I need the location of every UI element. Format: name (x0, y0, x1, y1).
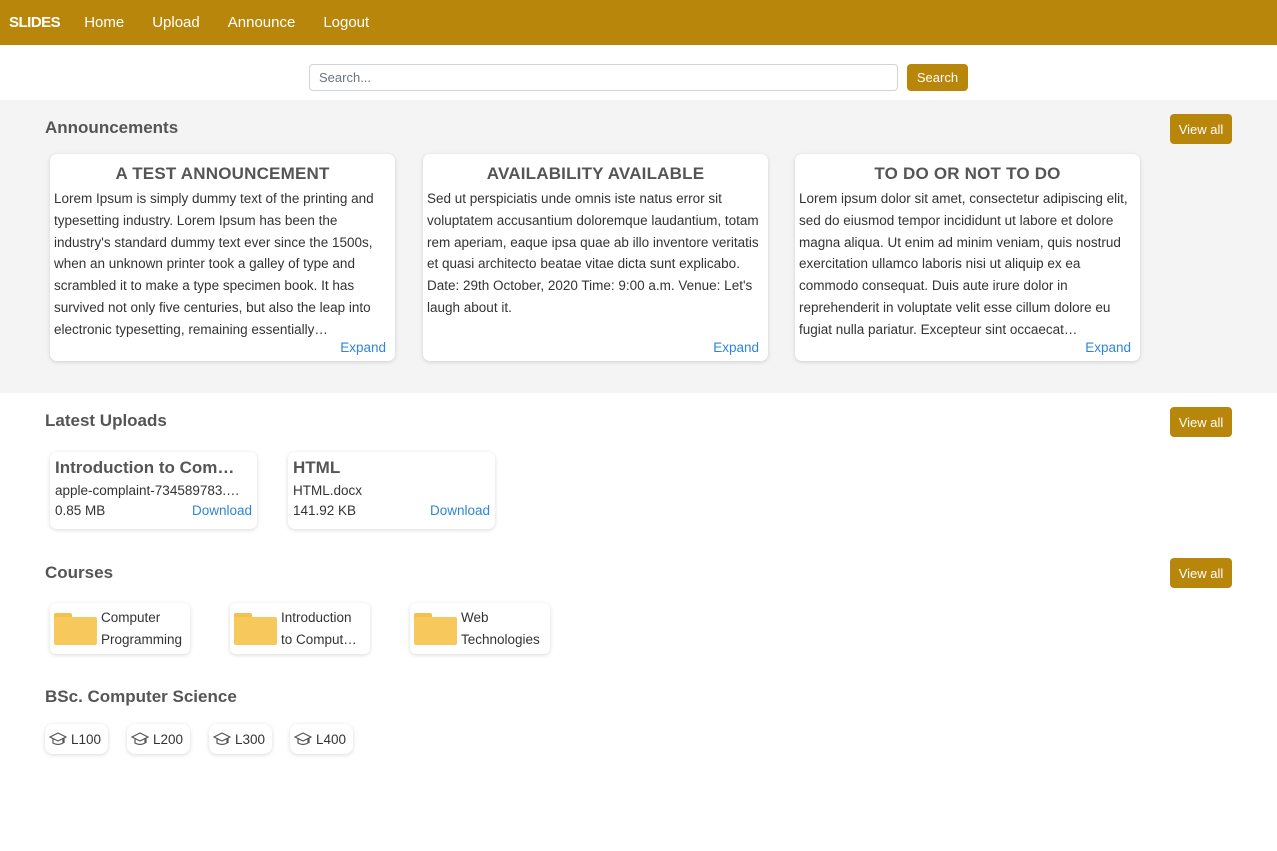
graduation-cap-icon (294, 732, 312, 746)
nav-upload-link[interactable]: Upload (152, 14, 200, 31)
nav-logout-link[interactable]: Logout (323, 14, 369, 31)
course-name: Web Technologies (461, 609, 540, 647)
upload-filename: HTML.docx (293, 483, 363, 498)
level-label: L400 (316, 731, 347, 747)
upload-title: HTML (293, 458, 341, 477)
announcement-title: TO DO OR NOT TO DO (874, 164, 1061, 183)
uploads-view-all-button[interactable]: View all (1170, 407, 1232, 437)
upload-filesize: 141.92 KB (293, 503, 357, 518)
announcement-card: TO DO OR NOT TO DO Lorem ipsum dolor sit… (795, 154, 1140, 361)
brand-logo[interactable]: SLIDES (9, 14, 61, 31)
program-heading: BSc. Computer Science (45, 687, 237, 706)
latest-uploads-heading: Latest Uploads (45, 411, 167, 430)
course-name: Introduction to Comput… (281, 609, 357, 647)
nav-announce-link[interactable]: Announce (228, 14, 296, 31)
announcement-title: A TEST ANNOUNCEMENT (115, 164, 330, 183)
level-chip-l400[interactable]: L400 (290, 724, 353, 754)
nav-home-link[interactable]: Home (84, 14, 124, 31)
search-button[interactable]: Search (907, 64, 968, 91)
announcement-card: A TEST ANNOUNCEMENT Lorem Ipsum is simpl… (50, 154, 395, 361)
announcements-view-all-button[interactable]: View all (1170, 114, 1232, 144)
folder-icon (234, 612, 277, 645)
announcement-card: AVAILABILITY AVAILABLE Sed ut perspiciat… (423, 154, 768, 361)
announcements-heading: Announcements (45, 118, 179, 137)
level-label: L200 (153, 731, 184, 747)
announcement-expand-link[interactable]: Expand (1085, 340, 1131, 355)
course-card[interactable]: Computer Programming (50, 603, 190, 654)
announcement-body: Sed ut perspiciatis unde omnis iste natu… (427, 191, 759, 315)
upload-download-link[interactable]: Download (430, 500, 490, 522)
announcement-expand-link[interactable]: Expand (713, 340, 759, 355)
level-label: L300 (235, 731, 266, 747)
announcement-body: Lorem ipsum dolor sit amet, consectetur … (799, 191, 1128, 337)
search-input[interactable] (309, 64, 898, 91)
course-card[interactable]: Introduction to Comput… (230, 603, 370, 654)
upload-download-link[interactable]: Download (192, 500, 252, 522)
courses-heading: Courses (45, 563, 114, 582)
search-bar: Search (309, 64, 968, 91)
announcement-body: Lorem Ipsum is simply dummy text of the … (54, 191, 374, 337)
courses-view-all-button[interactable]: View all (1170, 558, 1232, 588)
level-chip-l100[interactable]: L100 (45, 724, 108, 754)
folder-icon (54, 612, 97, 645)
course-card[interactable]: Web Technologies (410, 603, 550, 654)
level-chip-l300[interactable]: L300 (209, 724, 272, 754)
folder-icon (414, 612, 457, 645)
graduation-cap-icon (131, 732, 149, 746)
upload-filename: apple-complaint-734589783.… (55, 483, 240, 498)
upload-card: HTML HTML.docx 141.92 KB Download (288, 452, 495, 529)
course-name: Computer Programming (101, 609, 183, 647)
upload-filesize: 0.85 MB (55, 503, 106, 518)
top-navbar: SLIDES Home Upload Announce Logout (0, 0, 1277, 45)
announcement-title: AVAILABILITY AVAILABLE (486, 164, 705, 183)
announcement-expand-link[interactable]: Expand (340, 340, 386, 355)
level-label: L100 (71, 731, 102, 747)
graduation-cap-icon (49, 732, 67, 746)
upload-title: Introduction to Com… (55, 458, 235, 477)
graduation-cap-icon (213, 732, 231, 746)
upload-card: Introduction to Com… apple-complaint-734… (50, 452, 257, 529)
level-chip-l200[interactable]: L200 (127, 724, 190, 754)
